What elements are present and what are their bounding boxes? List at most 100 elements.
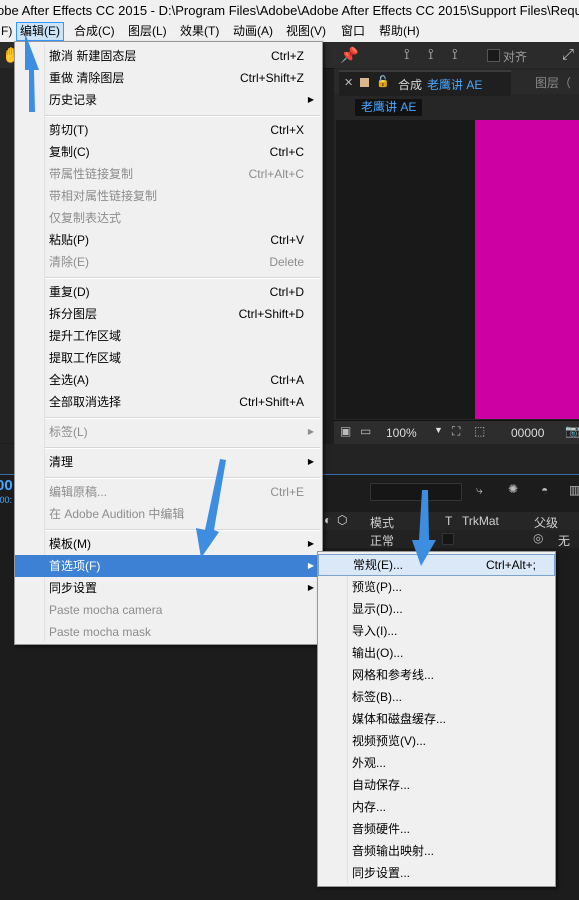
menu-item-cut[interactable]: 剪切(T) Ctrl+X [15,119,322,141]
pin-tool-icon[interactable]: 📌 [340,46,359,64]
label-color-swatch [360,78,369,87]
zoom-level[interactable]: 100% [386,426,417,440]
menu-item-sync-settings-prefs[interactable]: 同步设置... [318,862,555,884]
parent-value[interactable]: 无 [558,532,570,549]
camera-icon[interactable]: 📷 [565,424,579,438]
menu-item-grids-guides[interactable]: 网格和参考线... [318,664,555,686]
fx-switch-icon: ◐ [324,513,332,527]
draft-3d-icon[interactable]: ✺ [508,482,518,496]
trkmat-checkbox[interactable] [442,533,454,545]
region-icon[interactable]: ⬚ [474,424,485,438]
col-t[interactable]: T [445,514,452,528]
layer-search-input[interactable] [370,483,462,501]
monitor-icon[interactable]: ▭ [360,424,371,438]
menu-item-extract-work-area[interactable]: 提取工作区域 [15,347,322,369]
menu-item-copy-with-property-links[interactable]: 带属性链接复制 Ctrl+Alt+C [15,163,322,185]
menu-item-audio-hardware[interactable]: 音频硬件... [318,818,555,840]
menu-separator [45,529,320,531]
menu-item-paste-mocha-camera[interactable]: Paste mocha camera [15,599,322,621]
menu-item-clear[interactable]: 清除(E) Delete [15,251,322,273]
fit-frame-icon[interactable]: ⛶ [452,424,460,439]
menu-item-duplicate[interactable]: 重复(D) Ctrl+D [15,281,322,303]
menu-separator [45,447,320,449]
menu-item-label[interactable]: 标签(L) ▶ [15,421,322,443]
menu-item-deselect-all[interactable]: 全部取消选择 Ctrl+Shift+A [15,391,322,413]
snapshot-icon[interactable]: ▣ [340,424,351,438]
menu-composition[interactable]: 合成(C) [71,23,118,40]
menu-item-audio-output-mapping[interactable]: 音频输出映射... [318,840,555,862]
pickwhip-icon[interactable]: ◎ [533,531,543,545]
menu-item-labels[interactable]: 标签(B)... [318,686,555,708]
submenu-arrow-icon: ▶ [307,561,314,570]
composition-tab[interactable]: ✕ 🔓 合成 老鹰讲 AE [339,70,511,96]
graph-editor-icon[interactable]: ▥ [569,483,579,497]
submenu-arrow-icon: ▶ [307,457,314,466]
menu-edit[interactable]: 编辑(E) [16,22,64,41]
motion-blur-icon[interactable]: ◓ [541,483,548,497]
menu-animation[interactable]: 动画(A) [230,23,276,40]
menu-item-appearance[interactable]: 外观... [318,752,555,774]
layer-tab[interactable]: 图层（ [535,74,571,91]
menu-view[interactable]: 视图(V) [283,23,329,40]
menu-item-edit-in-audition[interactable]: 在 Adobe Audition 中编辑 [15,503,322,525]
menu-effect[interactable]: 效果(T) [177,23,222,40]
submenu-arrow-icon: ▶ [307,95,314,104]
menu-item-memory[interactable]: 内存... [318,796,555,818]
current-time[interactable]: 00000 [511,426,544,440]
flowchart-icon[interactable]: ⤷ [476,483,483,498]
menu-item-templates[interactable]: 模板(M) ▶ [15,533,322,555]
menu-item-redo[interactable]: 重做 清除图层 Ctrl+Shift+Z [15,67,322,89]
lock-icon[interactable]: 🔓 [376,75,390,88]
menu-item-output[interactable]: 输出(O)... [318,642,555,664]
menu-item-auto-save[interactable]: 自动保存... [318,774,555,796]
snap-checkbox[interactable] [487,49,500,62]
menu-item-paste[interactable]: 粘贴(P) Ctrl+V [15,229,322,251]
menu-item-previews[interactable]: 预览(P)... [318,576,555,598]
timeline-time[interactable]: 00 [0,477,13,494]
axis-view-icon[interactable]: ⟟ [452,46,458,63]
submenu-arrow-icon: ▶ [307,427,314,436]
menu-help[interactable]: 帮助(H) [376,23,423,40]
layer-row[interactable]: 正常 ◎ 无 [320,530,579,548]
menu-item-display[interactable]: 显示(D)... [318,598,555,620]
menu-item-split-layer[interactable]: 拆分图层 Ctrl+Shift+D [15,303,322,325]
menu-layer[interactable]: 图层(L) [125,23,170,40]
solid-layer-preview [475,120,579,419]
col-trkmat[interactable]: TrkMat [462,514,499,528]
menu-file[interactable]: F) [0,23,15,40]
menu-item-video-preview[interactable]: 视频预览(V)... [318,730,555,752]
col-parent[interactable]: 父级 [534,514,558,531]
menu-item-import[interactable]: 导入(I)... [318,620,555,642]
layer-columns-header: ◐ ⬡ 模式 T TrkMat 父级 [320,512,579,531]
menu-item-edit-original[interactable]: 编辑原稿... Ctrl+E [15,481,322,503]
zoom-dropdown-icon[interactable]: ▼ [434,425,443,435]
menu-window[interactable]: 窗口 [338,23,368,40]
menu-item-copy[interactable]: 复制(C) Ctrl+C [15,141,322,163]
menu-item-select-all[interactable]: 全选(A) Ctrl+A [15,369,322,391]
timeline-frames: :00: [0,495,13,505]
menu-item-paste-mocha-mask[interactable]: Paste mocha mask [15,621,322,643]
blend-mode-select[interactable]: 正常 [370,532,394,549]
col-mode[interactable]: 模式 [370,514,394,531]
menu-item-sync-settings[interactable]: 同步设置 ▶ [15,577,322,599]
menu-item-purge[interactable]: 清理 ▶ [15,451,322,473]
menu-item-history[interactable]: 历史记录 ▶ [15,89,322,111]
menu-separator [45,115,320,117]
menu-item-general[interactable]: 常规(E)... Ctrl+Alt+; [318,554,555,576]
menu-item-preferences[interactable]: 首选项(F) ▶ [15,555,322,577]
preferences-submenu: 常规(E)... Ctrl+Alt+; 预览(P)... 显示(D)... 导入(… [317,551,556,887]
menu-item-copy-expression-only[interactable]: 仅复制表达式 [15,207,322,229]
menu-bar: F) 编辑(E) 合成(C) 图层(L) 效果(T) 动画(A) 视图(V) 窗… [0,21,579,43]
menu-item-lift-work-area[interactable]: 提升工作区域 [15,325,322,347]
expand-icon[interactable]: ⤢ [562,46,574,63]
3d-switch-icon: ⬡ [337,513,348,527]
menu-item-copy-with-relative-links[interactable]: 带相对属性链接复制 [15,185,322,207]
axis-world-icon[interactable]: ⟟ [428,46,434,63]
menu-item-undo[interactable]: 撤消 新建固态层 Ctrl+Z [15,45,322,67]
window-title-bar: obe After Effects CC 2015 - D:\Program F… [0,0,579,21]
axis-local-icon[interactable]: ⟟ [404,46,410,63]
menu-separator [45,277,320,279]
comp-nav-chip[interactable]: 老鹰讲 AE [355,99,423,116]
close-tab-icon[interactable]: ✕ [344,76,353,89]
menu-item-media-disk-cache[interactable]: 媒体和磁盘缓存... [318,708,555,730]
